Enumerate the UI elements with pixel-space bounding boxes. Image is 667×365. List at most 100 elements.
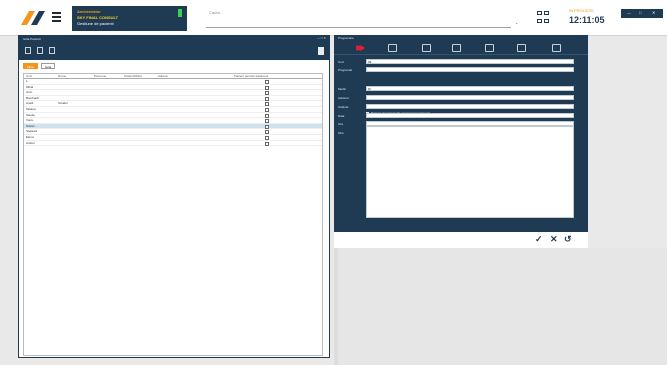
search-input[interactable]: Cauta...: [206, 10, 511, 28]
date-field[interactable]: [366, 113, 574, 118]
row-checkbox[interactable]: [265, 85, 269, 90]
tab-car-icon[interactable]: [422, 44, 431, 52]
row-checkbox[interactable]: [265, 91, 269, 96]
cell-name: Aron: [26, 90, 33, 95]
date-row: Data: [338, 113, 584, 119]
cell-name: Elena: [26, 134, 34, 139]
undo-icon[interactable]: ↺: [564, 234, 572, 245]
row-checkbox[interactable]: [265, 135, 269, 140]
top-bar: Aministrator SKY FINAL CONSULT Gestiune …: [0, 0, 667, 36]
appointment-window: Programare Cod 99 Programat Pacient prog…: [334, 35, 588, 248]
grid-body: 1 Mihai Aron Bombardi Anelli Strudel Tatiana Sa…: [24, 79, 322, 147]
patients-toolbar: [19, 42, 329, 60]
search-placeholder: Cauta...: [209, 10, 224, 15]
patients-grid: Cod Nume Prenume Telefon/Mobil Adresa Pa…: [23, 73, 323, 356]
window-icon[interactable]: [544, 19, 549, 23]
vertical-scrollbar[interactable]: [334, 248, 338, 365]
notes-label: Obs.: [338, 131, 345, 135]
cell-name: Mihai: [26, 84, 34, 89]
tab-print-icon[interactable]: [552, 44, 561, 52]
tab-filters[interactable]: Filtre: [23, 63, 38, 69]
cell-name: Voicu: [26, 118, 34, 123]
window-icon[interactable]: [537, 11, 542, 15]
scheduled-field[interactable]: [366, 67, 574, 72]
office-field[interactable]: [366, 104, 574, 109]
cell-name: Stefania: [26, 129, 38, 134]
tab-contact-icon[interactable]: [485, 44, 494, 52]
cell-name: Bombardi: [26, 95, 39, 100]
column-header[interactable]: Telefon/Mobil: [124, 74, 142, 78]
new-icon[interactable]: [25, 47, 31, 54]
clock: IN PROCESS 12:11:05: [569, 8, 605, 25]
column-header[interactable]: Prenume: [94, 74, 106, 78]
code-label: Cod: [338, 60, 344, 64]
row-checkbox[interactable]: [265, 113, 269, 118]
time-label: Ora: [338, 122, 344, 126]
notes-textarea[interactable]: [366, 126, 574, 218]
row-checkbox[interactable]: [265, 102, 269, 107]
scheduled-label: Programat: [338, 68, 353, 72]
chevron-down-icon[interactable]: ⌄: [515, 20, 520, 25]
workspace-background: [334, 248, 667, 365]
cell-name: 1: [26, 79, 28, 83]
minimize-icon[interactable]: —: [627, 10, 631, 15]
row-checkbox[interactable]: [265, 130, 269, 135]
delete-icon[interactable]: [318, 47, 324, 55]
close-icon[interactable]: ✕: [652, 10, 655, 15]
toolbar-icons[interactable]: [537, 11, 551, 27]
table-row[interactable]: Andrei: [24, 141, 322, 147]
assistant-row: Asistent: [338, 95, 584, 101]
window-icon[interactable]: [537, 19, 542, 23]
tab-people-icon[interactable]: [388, 44, 397, 52]
edit-icon[interactable]: [37, 47, 43, 54]
assistant-field[interactable]: [366, 95, 574, 100]
column-header[interactable]: Nume: [58, 74, 66, 78]
scheduled-row: Programat: [338, 67, 584, 73]
cell-name: Sanda: [26, 112, 35, 117]
maximize-icon[interactable]: □: [639, 10, 641, 15]
appointment-actions: ✓ ✕ ↺: [334, 232, 588, 248]
row-checkbox[interactable]: [265, 80, 269, 84]
menu-icon[interactable]: [52, 12, 61, 22]
date-label: Data: [338, 114, 345, 118]
window-controls[interactable]: — □ ✕: [621, 9, 663, 18]
row-checkbox[interactable]: [265, 107, 269, 112]
office-row: Cabinet: [338, 104, 584, 110]
tab-clock-icon[interactable]: [452, 44, 461, 52]
assistant-label: Asistent: [338, 96, 349, 100]
doctor-row: Medic Dr: [338, 86, 584, 92]
cancel-icon[interactable]: ✕: [550, 234, 558, 245]
confirm-icon[interactable]: ✓: [535, 234, 543, 245]
row-checkbox[interactable]: [265, 119, 269, 124]
cell-name: Anelli: [26, 101, 34, 106]
window-buttons[interactable]: — □ ✕: [317, 36, 326, 40]
status-indicator: [178, 9, 182, 17]
patients-tabs: Filtre Grila: [23, 63, 329, 69]
patients-window: Grila Pacienti — □ ✕ Filtre Grila Cod Nu…: [18, 35, 330, 358]
tab-grid[interactable]: Grila: [41, 63, 56, 69]
cell-firstname: Strudel: [58, 101, 68, 106]
row-checkbox[interactable]: [265, 124, 269, 129]
cell-name: Stefan: [26, 123, 35, 128]
list-icon[interactable]: [49, 47, 55, 54]
office-label: Cabinet: [338, 105, 349, 109]
cell-name: Tatiana: [26, 106, 36, 111]
tab-general-icon[interactable]: [356, 44, 365, 52]
tab-info-icon[interactable]: [517, 44, 526, 52]
row-checkbox[interactable]: [265, 141, 269, 146]
user-module: Gestiune de pacienti: [77, 21, 114, 26]
column-header[interactable]: Cod: [26, 74, 32, 78]
appointment-tabs: [334, 41, 588, 55]
app-logo: [21, 11, 45, 25]
code-row: Cod 99: [338, 59, 584, 65]
cell-name: Andrei: [26, 140, 35, 145]
time-text: 12:11:05: [569, 15, 605, 25]
row-checkbox[interactable]: [265, 96, 269, 101]
column-header[interactable]: Pacient permite tratament: [234, 74, 268, 78]
window-icon[interactable]: [544, 11, 549, 15]
doctor-field[interactable]: Dr: [366, 86, 574, 91]
user-panel[interactable]: Aministrator SKY FINAL CONSULT Gestiune …: [72, 6, 187, 31]
column-header[interactable]: Adresa: [158, 74, 168, 78]
code-field[interactable]: 99: [366, 59, 574, 64]
doctor-label: Medic: [338, 87, 347, 91]
